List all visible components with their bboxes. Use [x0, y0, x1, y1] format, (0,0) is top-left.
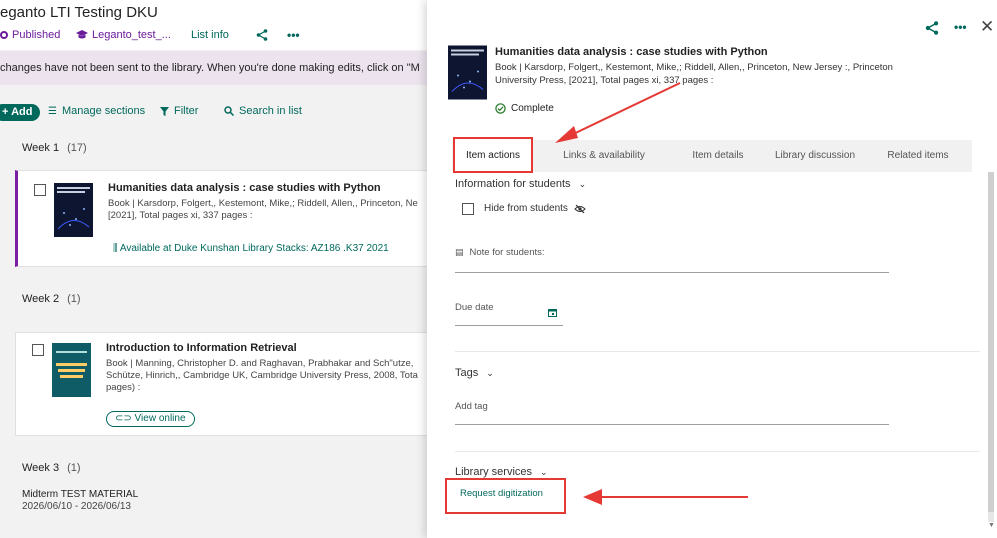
week-1-header[interactable]: Week 1 (17) — [22, 142, 87, 154]
item-citation-line: [2021], Total pages xi, 337 pages : — [108, 210, 253, 221]
due-date-label: Due date — [455, 302, 494, 313]
section-label: Library services — [455, 466, 533, 478]
tab-library-discussion[interactable]: Library discussion — [770, 140, 860, 172]
search-in-list-button[interactable]: Search in list — [224, 105, 302, 117]
week-label: Week 1 — [22, 142, 60, 154]
published-status[interactable]: Published — [0, 29, 60, 41]
item-checkbox[interactable] — [32, 344, 44, 356]
add-button[interactable]: + Add — [0, 104, 41, 121]
eye-off-icon — [574, 204, 586, 213]
link-icon: ⊂⊃ — [115, 413, 132, 424]
filter-icon — [160, 106, 169, 116]
item-title[interactable]: Humanities data analysis : case studies … — [108, 182, 381, 194]
panel-item-title: Humanities data analysis : case studies … — [495, 46, 768, 58]
due-date-underline — [455, 325, 563, 326]
list-item[interactable]: Humanities data analysis : case studies … — [15, 170, 430, 267]
list-icon: ☰ — [48, 105, 57, 117]
search-icon — [224, 106, 234, 116]
item-citation-line: Book | Karsdorp, Folgert,, Kestemont, Mi… — [108, 198, 418, 209]
week-count: (1) — [67, 293, 81, 305]
divider — [455, 351, 980, 352]
filter-label: Filter — [174, 105, 199, 117]
note-underline — [455, 272, 889, 273]
panel-citation-line: Book | Karsdorp, Folgert,, Kestemont, Mi… — [495, 62, 893, 73]
manage-sections-label: Manage sections — [61, 105, 146, 117]
scrollbar-thumb[interactable] — [988, 172, 994, 512]
manage-sections-button[interactable]: ☰ Manage sections — [48, 105, 145, 117]
more-options-icon[interactable]: ••• — [954, 20, 967, 34]
item-detail-panel: ••• ✕ Humanities data analysis : case st… — [427, 0, 997, 538]
share-icon[interactable] — [256, 29, 268, 41]
availability-label: Available at Duke Kunshan Library Stacks… — [119, 243, 389, 254]
chevron-down-icon: ⌄ — [540, 466, 548, 477]
library-icon: ⫼ — [113, 243, 118, 254]
note-icon: ▤ — [455, 247, 464, 257]
chevron-down-icon: ⌄ — [486, 367, 494, 378]
section-dates: 2026/06/10 - 2026/06/13 — [22, 501, 131, 512]
complete-status: Complete — [495, 103, 554, 114]
more-options-icon[interactable]: ••• — [287, 28, 300, 42]
section-label: Tags — [455, 367, 479, 379]
book-cover-image — [448, 45, 487, 100]
week-2-header[interactable]: Week 2 (1) — [22, 293, 81, 305]
availability-link[interactable]: ⫼ Available at Duke Kunshan Library Stac… — [113, 243, 389, 254]
tags-toggle[interactable]: Tags ⌄ — [455, 367, 494, 379]
course-link[interactable]: Leganto_test_... — [76, 29, 171, 41]
tag-underline — [455, 424, 889, 425]
item-title[interactable]: Introduction to Information Retrieval — [106, 342, 297, 354]
tab-item-details[interactable]: Item details — [678, 140, 758, 172]
annotation-box-request-digitization — [445, 478, 566, 514]
section-description: Midterm TEST MATERIAL — [22, 489, 139, 500]
complete-label: Complete — [511, 103, 554, 114]
hide-from-students-label: Hide from students — [484, 203, 586, 214]
scrollbar[interactable] — [988, 172, 994, 522]
graduation-cap-icon — [76, 30, 88, 39]
unsent-changes-banner: changes have not been sent to the librar… — [0, 51, 430, 85]
book-cover-image — [54, 183, 93, 237]
annotation-box-item-actions — [453, 137, 533, 173]
panel-citation: Book | Karsdorp, Folgert,, Kestemont, Mi… — [495, 62, 935, 87]
view-online-label: View online — [134, 413, 186, 424]
week-count: (17) — [67, 142, 87, 154]
published-icon — [0, 31, 8, 39]
hide-from-students-text: Hide from students — [484, 203, 568, 214]
hide-from-students-checkbox[interactable] — [462, 203, 474, 215]
check-circle-icon — [495, 103, 506, 114]
share-icon[interactable] — [925, 21, 939, 35]
item-citation-line: pages) : — [106, 382, 141, 393]
add-tag-input[interactable]: Add tag — [455, 401, 488, 412]
information-for-students-toggle[interactable]: Information for students ⌄ — [455, 178, 586, 190]
note-for-students-label: Note for students: — [469, 247, 545, 258]
week-count: (1) — [67, 462, 81, 474]
filter-button[interactable]: Filter — [160, 105, 198, 117]
item-checkbox[interactable] — [34, 184, 46, 196]
calendar-icon[interactable] — [548, 308, 557, 317]
list-title: eganto LTI Testing DKU — [0, 4, 158, 21]
note-for-students-field[interactable]: ▤ Note for students: — [455, 247, 545, 258]
list-header: eganto LTI Testing DKU Published Leganto… — [0, 0, 430, 50]
chevron-down-icon: ⌄ — [578, 178, 587, 189]
reading-list-pane: eganto LTI Testing DKU Published Leganto… — [0, 0, 430, 538]
week-label: Week 2 — [22, 293, 60, 305]
divider — [455, 451, 980, 452]
book-cover-image — [52, 343, 91, 397]
item-citation-line: Schütze, Hinrich,, Cambridge UK, Cambrid… — [106, 370, 418, 381]
tab-links-availability[interactable]: Links & availability — [547, 140, 661, 172]
scroll-down-icon[interactable]: ▼ — [988, 522, 995, 529]
published-label: Published — [12, 29, 61, 41]
item-citation-line: Book | Manning, Christopher D. and Ragha… — [106, 358, 414, 369]
course-label: Leganto_test_... — [92, 29, 171, 41]
panel-citation-line: University Press, [2021], Total pages xi… — [495, 74, 714, 86]
tab-related-items[interactable]: Related items — [878, 140, 958, 172]
view-online-button[interactable]: ⊂⊃ View online — [106, 411, 195, 427]
week-3-header[interactable]: Week 3 (1) — [22, 462, 81, 474]
library-services-toggle[interactable]: Library services ⌄ — [455, 466, 548, 478]
close-icon[interactable]: ✕ — [980, 17, 994, 37]
section-label: Information for students — [455, 178, 571, 190]
list-item[interactable]: Introduction to Information Retrieval Bo… — [15, 332, 430, 436]
search-label: Search in list — [239, 105, 302, 117]
list-info-link[interactable]: List info — [191, 29, 229, 41]
week-label: Week 3 — [22, 462, 60, 474]
